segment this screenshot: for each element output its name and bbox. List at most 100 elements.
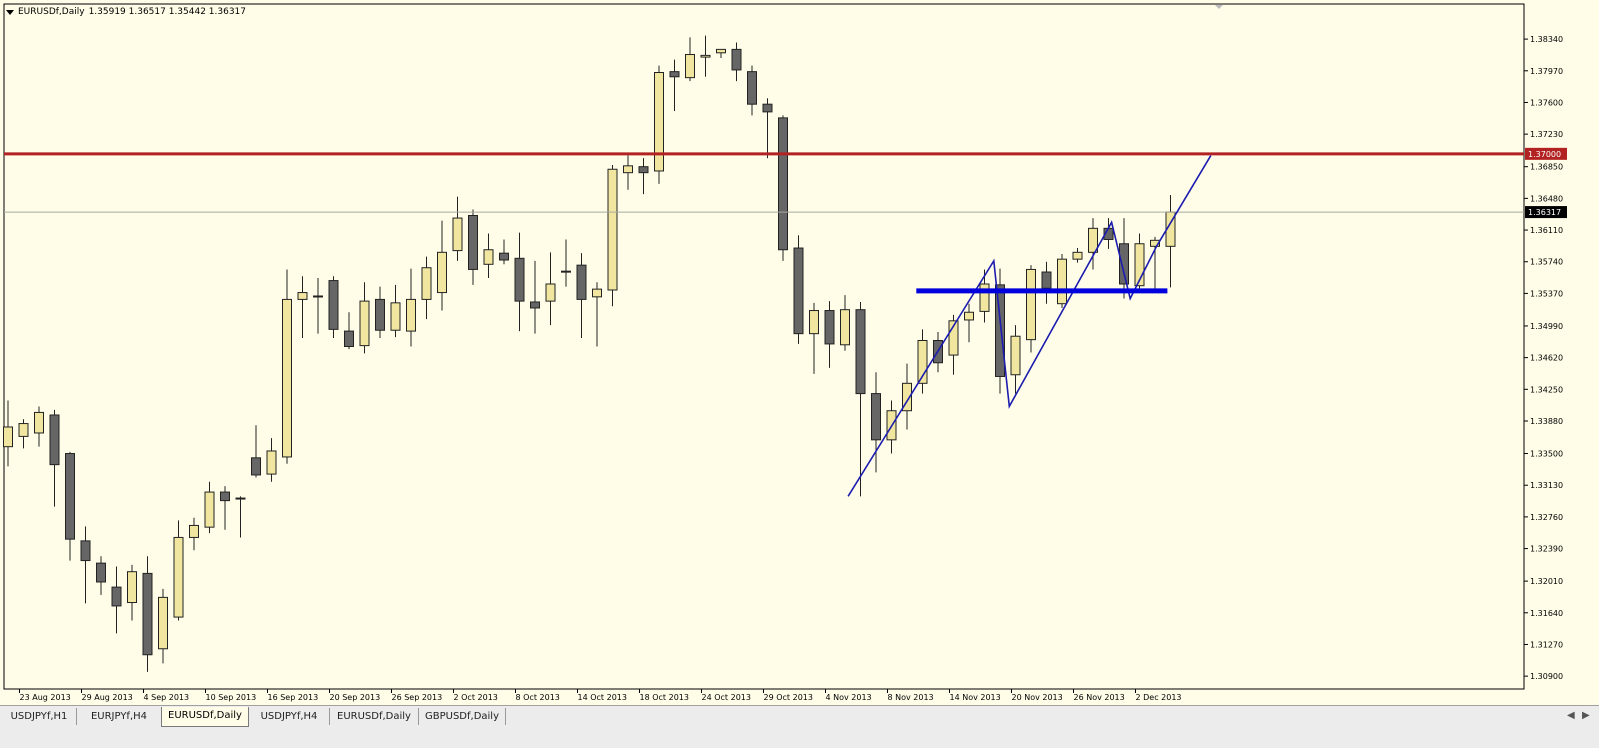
- candle-body: [762, 103, 773, 113]
- candle-body: [390, 302, 401, 331]
- candle-body: [96, 562, 106, 583]
- x-tick-label: 14 Nov 2013: [950, 693, 1001, 702]
- candle-body: [3, 426, 13, 448]
- tab-gbpusdf-daily[interactable]: GBPUSDf,Daily: [419, 708, 506, 725]
- candle-body: [49, 414, 60, 466]
- y-tick-label: 1.35370: [1530, 289, 1563, 298]
- candle-body: [18, 423, 29, 437]
- x-tick-label: 8 Nov 2013: [888, 693, 934, 702]
- y-tick-label: 1.38340: [1530, 35, 1563, 44]
- x-tick-label: 10 Sep 2013: [206, 693, 257, 702]
- candle-body: [669, 71, 680, 78]
- candle-body: [65, 453, 75, 540]
- candle-body: [452, 217, 463, 252]
- candle-body: [778, 117, 788, 251]
- y-tick-label: 1.32010: [1530, 577, 1563, 586]
- candle-body: [437, 251, 447, 294]
- scroll-right-icon[interactable]: ▶: [1582, 710, 1590, 721]
- chart-symbol-label: EURUSDf,Daily: [18, 7, 85, 17]
- candle-body: [499, 252, 509, 261]
- y-tick-label: 1.37970: [1530, 67, 1563, 76]
- chart-header: EURUSDf,Daily 1.35919 1.36517 1.35442 1.…: [6, 7, 246, 17]
- y-tick-label: 1.34250: [1530, 385, 1563, 394]
- price-label: 1.37000: [1528, 150, 1561, 159]
- x-tick-label: 16 Sep 2013: [268, 693, 319, 702]
- candle-body: [142, 572, 153, 656]
- candle-body: [855, 309, 866, 395]
- candle-body: [685, 54, 695, 79]
- candle-body: [375, 298, 385, 331]
- y-tick-label: 1.34990: [1530, 322, 1563, 331]
- candle-body: [34, 411, 44, 434]
- y-tick-label: 1.33130: [1530, 481, 1563, 490]
- y-tick-label: 1.37600: [1530, 98, 1563, 107]
- x-tick-label: 23 Aug 2013: [20, 693, 71, 702]
- candle-body: [127, 571, 137, 604]
- candle-body: [840, 309, 850, 346]
- chart-window[interactable]: 1.38340 1.37970 1.37600 1.37230 1.36850 1.364…: [0, 0, 1599, 705]
- tab-eurusdf-daily-active[interactable]: EURUSDf,Daily: [161, 707, 249, 727]
- candle-body: [592, 288, 602, 298]
- y-tick-label: 1.33500: [1530, 450, 1563, 459]
- y-tick-label: 1.32390: [1530, 545, 1563, 554]
- x-tick-label: 2 Oct 2013: [454, 693, 498, 702]
- candle-body: [111, 586, 122, 607]
- candle-body: [731, 48, 742, 71]
- candle-body: [406, 298, 416, 332]
- chart-tab-bar: USDJPYf,H1 EURJPYf,H4 EURUSDf,Daily USDJ…: [0, 705, 1599, 748]
- candle-body: [1119, 243, 1129, 285]
- tab-usdjpyf-h1[interactable]: USDJPYf,H1: [2, 708, 77, 725]
- chart-ohlc-readout: 1.35919 1.36517 1.35442 1.36317: [88, 7, 247, 17]
- x-tick-label: 29 Aug 2013: [82, 693, 133, 702]
- candle-body: [1072, 251, 1083, 260]
- candle-body: [747, 71, 757, 105]
- y-tick-label: 1.36480: [1530, 194, 1563, 203]
- candle-body: [1041, 271, 1052, 289]
- candle-body: [561, 270, 571, 273]
- tab-usdjpyf-h4[interactable]: USDJPYf,H4: [249, 708, 330, 725]
- y-tick-label: 1.36110: [1530, 226, 1563, 235]
- price-chart[interactable]: 1.38340 1.37970 1.37600 1.37230 1.36850 1.364…: [0, 0, 1599, 705]
- candle-body: [344, 330, 354, 347]
- candle-body: [266, 450, 277, 475]
- candle-body: [235, 497, 246, 500]
- price-label: 1.36317: [1528, 208, 1561, 217]
- x-tick-label: 8 Oct 2013: [516, 693, 560, 702]
- candle-body: [468, 214, 478, 270]
- candle-body: [328, 280, 339, 330]
- candle-body: [638, 166, 649, 174]
- candle-body: [173, 536, 184, 618]
- x-tick-label: 29 Oct 2013: [764, 693, 813, 702]
- y-tick-label: 1.34620: [1530, 354, 1563, 363]
- candle-body: [80, 540, 91, 562]
- candle-body: [809, 310, 819, 335]
- candle-body: [623, 165, 633, 174]
- y-tick-label: 1.31640: [1530, 609, 1563, 618]
- y-tick-label: 1.30900: [1530, 672, 1563, 681]
- candle-body: [421, 267, 432, 300]
- tab-eurusdf-daily[interactable]: EURUSDf,Daily: [330, 708, 419, 725]
- candle-body: [204, 491, 215, 528]
- candle-body: [1010, 335, 1021, 376]
- candle-body: [1026, 268, 1036, 341]
- y-tick-label: 1.33880: [1530, 417, 1563, 426]
- y-tick-label: 1.36850: [1530, 163, 1563, 172]
- candle-body: [251, 457, 261, 476]
- candle-body: [545, 283, 556, 302]
- tab-eurjpyf-h4[interactable]: EURJPYf,H4: [77, 708, 162, 725]
- candle-body: [964, 311, 974, 321]
- candle-body: [1057, 258, 1067, 305]
- candle-body: [483, 249, 494, 265]
- y-tick-label: 1.37230: [1530, 130, 1563, 139]
- candle-body: [313, 295, 323, 298]
- candle-body: [514, 257, 525, 302]
- scroll-left-icon[interactable]: ◀: [1567, 710, 1575, 721]
- candle-body: [297, 292, 308, 300]
- candle-body: [220, 491, 230, 502]
- y-tick-label: 1.35740: [1530, 258, 1563, 267]
- x-tick-label: 20 Sep 2013: [330, 693, 381, 702]
- x-tick-label: 26 Nov 2013: [1074, 693, 1125, 702]
- candle-body: [716, 48, 726, 54]
- candle-body: [871, 393, 881, 441]
- dropdown-icon[interactable]: [6, 9, 14, 15]
